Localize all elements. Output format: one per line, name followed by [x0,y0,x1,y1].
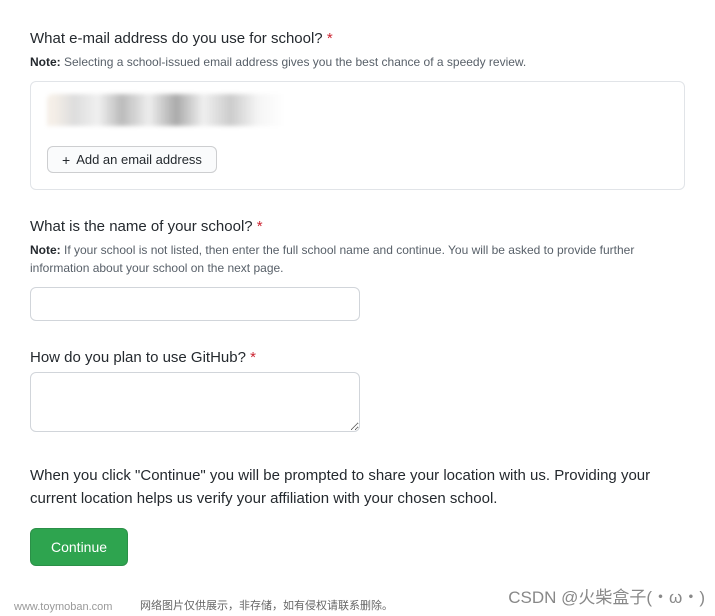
school-input[interactable] [30,287,360,321]
required-mark: * [327,30,333,47]
redacted-email [47,94,387,126]
plan-label: How do you plan to use GitHub? * [30,349,685,366]
email-label-text: What e-mail address do you use for schoo… [30,30,323,47]
plus-icon: + [62,153,70,167]
note-prefix: Note: [30,55,61,69]
plan-section: How do you plan to use GitHub? * [30,349,685,435]
email-section: What e-mail address do you use for schoo… [30,30,685,190]
school-label-text: What is the name of your school? [30,218,253,235]
school-note: Note: If your school is not listed, then… [30,241,685,277]
required-mark: * [257,218,263,235]
email-box: + Add an email address [30,81,685,190]
plan-textarea[interactable] [30,372,360,432]
required-mark: * [250,349,256,366]
location-notice: When you click "Continue" you will be pr… [30,465,685,510]
plan-label-text: How do you plan to use GitHub? [30,349,246,366]
note-text: Selecting a school-issued email address … [61,55,527,69]
school-label: What is the name of your school? * [30,218,685,235]
email-note: Note: Selecting a school-issued email ad… [30,53,685,71]
email-label: What e-mail address do you use for schoo… [30,30,685,47]
note-text: If your school is not listed, then enter… [30,243,634,275]
watermark-notice: 网络图片仅供展示，非存储，如有侵权请联系删除。 [140,597,393,613]
add-email-label: Add an email address [76,152,202,167]
watermark-author: CSDN @火柴盒子(・ω・) [508,583,705,608]
note-prefix: Note: [30,243,61,257]
continue-button[interactable]: Continue [30,528,128,566]
school-section: What is the name of your school? * Note:… [30,218,685,321]
watermark-site: www.toymoban.com [14,601,112,613]
add-email-button[interactable]: + Add an email address [47,146,217,173]
